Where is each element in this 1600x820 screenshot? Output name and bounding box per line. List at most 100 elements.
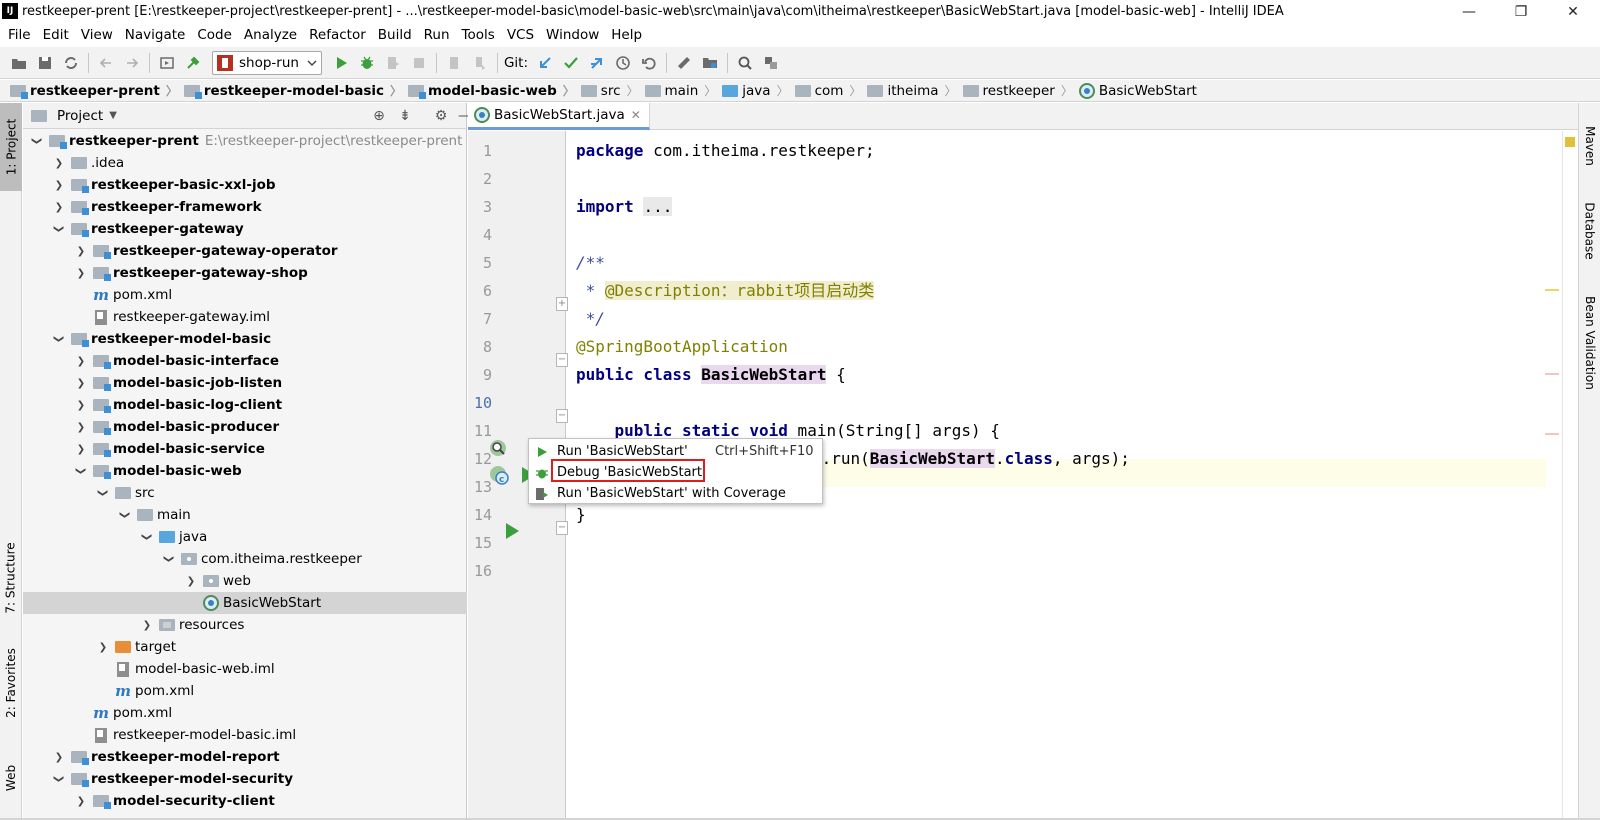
tool-window-project[interactable]: 1: Project xyxy=(0,103,22,191)
fold-expand-icon[interactable]: + xyxy=(556,297,568,311)
tree-item[interactable]: ❯ com.itheima.restkeeper xyxy=(23,548,467,570)
tree-item[interactable]: ❯ model-basic-producer xyxy=(23,416,467,438)
chevron-right-icon[interactable]: ❯ xyxy=(53,179,65,191)
forward-icon[interactable] xyxy=(119,50,145,76)
sync-icon[interactable] xyxy=(58,50,84,76)
breadcrumb-item[interactable]: BasicWebStart xyxy=(1078,80,1197,102)
menu-navigate[interactable]: Navigate xyxy=(119,24,192,46)
tree-item[interactable]: m pom.xml xyxy=(23,680,467,702)
search-icon[interactable] xyxy=(732,50,758,76)
chevron-right-icon[interactable]: ❯ xyxy=(53,751,65,763)
tool-window-bean-validation[interactable]: Bean Validation xyxy=(1579,283,1600,403)
chevron-right-icon[interactable]: ❯ xyxy=(141,619,153,631)
tree-item[interactable]: ❯ restkeeper-framework xyxy=(23,196,467,218)
stop-icon[interactable] xyxy=(406,50,432,76)
menu-vcs[interactable]: VCS xyxy=(501,24,540,46)
breadcrumb-item[interactable]: main 〉 xyxy=(644,80,723,102)
breadcrumb-item[interactable]: restkeeper 〉 xyxy=(962,80,1079,102)
chevron-down-icon[interactable]: ❯ xyxy=(97,487,109,499)
fold-collapse-icon[interactable]: − xyxy=(556,521,568,535)
project-view-selector[interactable]: Project xyxy=(57,108,103,124)
close-icon[interactable]: ✕ xyxy=(631,108,641,122)
chevron-right-icon[interactable]: ❯ xyxy=(53,201,65,213)
tree-item[interactable]: ❯ model-basic-log-client xyxy=(23,394,467,416)
chevron-right-icon[interactable]: ❯ xyxy=(75,443,87,455)
settings-icon[interactable] xyxy=(671,50,697,76)
menu-analyze[interactable]: Analyze xyxy=(238,24,303,46)
tool-window-web[interactable]: Web xyxy=(0,753,22,803)
analysis-status-icon[interactable] xyxy=(1565,137,1575,147)
tree-item[interactable]: ❯ resources xyxy=(23,614,467,636)
open-folder-icon[interactable] xyxy=(6,50,32,76)
menu-view[interactable]: View xyxy=(75,24,119,46)
chevron-down-icon[interactable]: ❯ xyxy=(163,553,175,565)
breadcrumb-item[interactable]: model-basic-web 〉 xyxy=(408,80,581,102)
download-icon[interactable] xyxy=(467,50,493,76)
revert-icon[interactable] xyxy=(636,50,662,76)
history-icon[interactable] xyxy=(610,50,636,76)
tab-basicwebstart[interactable]: BasicWebStart.java ✕ xyxy=(468,102,650,130)
tool-window-favorites[interactable]: 2: Favorites xyxy=(0,638,22,728)
chevron-down-icon[interactable]: ❯ xyxy=(53,223,65,235)
chevron-down-icon[interactable]: ❯ xyxy=(31,135,43,147)
menu-run[interactable]: Run xyxy=(418,24,456,46)
menu-window[interactable]: Window xyxy=(540,24,605,46)
folded-imports[interactable]: ... xyxy=(643,197,673,216)
chevron-down-icon[interactable]: ▼ xyxy=(109,110,117,121)
breadcrumb-item[interactable]: java 〉 xyxy=(722,80,794,102)
tree-item[interactable]: restkeeper-model-basic.iml xyxy=(23,724,467,746)
breadcrumb-item[interactable]: src 〉 xyxy=(580,80,645,102)
minimize-button[interactable]: — xyxy=(1446,0,1492,24)
tool-window-maven[interactable]: Maven xyxy=(1579,111,1600,181)
chevron-down-icon[interactable]: ❯ xyxy=(141,531,153,543)
chevron-right-icon[interactable]: ❯ xyxy=(75,355,87,367)
chevron-right-icon[interactable]: ❯ xyxy=(97,641,109,653)
tree-item[interactable]: ❯ java xyxy=(23,526,467,548)
chevron-right-icon[interactable]: ❯ xyxy=(185,575,197,587)
menu-build[interactable]: Build xyxy=(372,24,418,46)
tree-item[interactable]: ❯ restkeeper-model-security xyxy=(23,768,467,790)
menu-refactor[interactable]: Refactor xyxy=(303,24,372,46)
tree-item[interactable]: ❯ model-basic-interface xyxy=(23,350,467,372)
chevron-right-icon[interactable]: ❯ xyxy=(75,267,87,279)
menu-help[interactable]: Help xyxy=(605,24,648,46)
breadcrumb-item[interactable]: itheima 〉 xyxy=(867,80,962,102)
breadcrumb-item[interactable]: com 〉 xyxy=(794,80,868,102)
run-gutter-icon[interactable] xyxy=(504,522,520,544)
tree-item[interactable]: ❯ model-security-client xyxy=(23,790,467,812)
run-icon[interactable] xyxy=(328,50,354,76)
tree-item[interactable]: ❯ restkeeper-basic-xxl-job xyxy=(23,174,467,196)
tree-item[interactable]: ❯ model-basic-job-listen xyxy=(23,372,467,394)
tree-item[interactable]: ❯ restkeeper-prent E:\restkeeper-project\r… xyxy=(23,130,467,152)
chevron-right-icon[interactable]: ❯ xyxy=(53,157,65,169)
gear-icon[interactable]: ⚙ xyxy=(431,107,451,125)
bean-inspect-icon[interactable] xyxy=(488,438,510,462)
chevron-right-icon[interactable]: ❯ xyxy=(75,245,87,257)
chevron-down-icon[interactable]: ❯ xyxy=(53,333,65,345)
tree-item[interactable]: m pom.xml xyxy=(23,702,467,724)
tree-item[interactable]: BasicWebStart xyxy=(23,592,467,614)
tree-item[interactable]: ❯ restkeeper-gateway-operator xyxy=(23,240,467,262)
spring-boot-app-icon[interactable]: c xyxy=(488,464,512,490)
back-icon[interactable] xyxy=(93,50,119,76)
menu-code[interactable]: Code xyxy=(191,24,238,46)
run-config-icon[interactable] xyxy=(154,50,180,76)
fold-collapse-icon[interactable]: − xyxy=(556,409,568,423)
chevron-right-icon[interactable]: ❯ xyxy=(75,377,87,389)
project-structure-icon[interactable] xyxy=(697,50,723,76)
file-icon[interactable] xyxy=(441,50,467,76)
tree-item[interactable]: ❯ target xyxy=(23,636,467,658)
restore-button[interactable]: ❐ xyxy=(1498,0,1544,24)
tree-item[interactable]: ❯ restkeeper-gateway-shop xyxy=(23,262,467,284)
chevron-right-icon[interactable]: ❯ xyxy=(75,421,87,433)
locate-icon[interactable]: ⊕ xyxy=(369,107,389,125)
popup-coverage-item[interactable]: Run 'BasicWebStart' with Coverage xyxy=(535,483,786,504)
git-update-icon[interactable] xyxy=(532,50,558,76)
breadcrumb-item[interactable]: restkeeper-prent 〉 xyxy=(10,80,184,102)
tool-window-structure[interactable]: 7: Structure xyxy=(0,533,22,623)
git-commit-icon[interactable] xyxy=(558,50,584,76)
tree-item[interactable]: ❯ src xyxy=(23,482,467,504)
vcs-icon[interactable] xyxy=(758,50,784,76)
tree-item[interactable]: ❯ model-basic-web xyxy=(23,460,467,482)
save-icon[interactable] xyxy=(32,50,58,76)
